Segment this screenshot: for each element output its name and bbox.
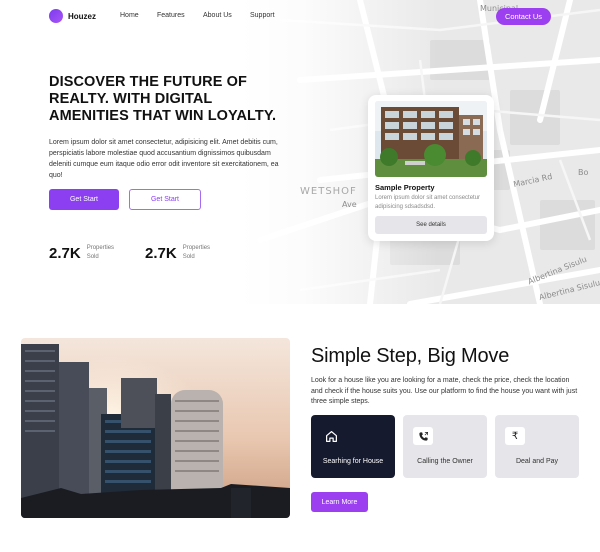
get-start-outline-button[interactable]: Get Start: [129, 189, 201, 210]
map-label: Bo: [578, 168, 589, 177]
nav-link-home[interactable]: Home: [120, 12, 139, 19]
property-description: Lorem ipsum dolor sit amet consectetur a…: [375, 195, 481, 210]
brand[interactable]: Houzez: [49, 9, 96, 23]
see-details-button[interactable]: See details: [375, 216, 487, 234]
brand-name: Houzez: [68, 11, 96, 21]
stat-properties-sold: 2.7K Properties Sold: [49, 244, 119, 262]
hero-headline: DISCOVER THE FUTURE OF REALTY. WITH DIGI…: [49, 74, 277, 124]
stat-label: Properties Sold: [86, 245, 115, 260]
step-card-calling[interactable]: Calling the Owner: [403, 415, 487, 478]
steps-description: Look for a house like you are looking fo…: [311, 377, 578, 405]
stat-value: 2.7K: [145, 244, 177, 262]
property-title: Sample Property: [375, 183, 435, 192]
nav-link-about-us[interactable]: About Us: [203, 12, 232, 19]
home-icon: [321, 427, 341, 445]
nav-link-features[interactable]: Features: [157, 12, 185, 19]
step-label: Searhing for House: [322, 458, 384, 465]
phone-call-icon: [413, 427, 433, 445]
step-label: Calling the Owner: [417, 458, 473, 465]
navbar: Houzez Home Features About Us Support Co…: [0, 0, 600, 34]
stat-label: Properties Sold: [182, 245, 211, 260]
stat-properties-sold: 2.7K Properties Sold: [145, 244, 215, 262]
step-label: Deal and Pay: [515, 458, 559, 465]
rupee-icon: ₹: [505, 427, 525, 445]
step-card-deal[interactable]: ₹ Deal and Pay: [495, 415, 579, 478]
brand-logo-icon: [49, 9, 63, 23]
map-label: Ave: [342, 200, 357, 209]
get-start-button[interactable]: Get Start: [49, 189, 119, 210]
step-card-searching[interactable]: Searhing for House: [311, 415, 395, 478]
stat-value: 2.7K: [49, 244, 81, 262]
hero-description: Lorem ipsum dolor sit amet consectetur, …: [49, 139, 279, 179]
learn-more-button[interactable]: Learn More: [311, 492, 368, 512]
city-skyline-photo: [21, 338, 290, 518]
property-photo: [375, 101, 487, 177]
hero-section: Municipal Marcia Rd WETSHOF Ave Albertin…: [0, 0, 600, 304]
steps-section: Simple Step, Big Move Look for a house l…: [0, 304, 600, 552]
property-card: Sample Property Lorem ipsum dolor sit am…: [368, 95, 494, 241]
nav-link-support[interactable]: Support: [250, 12, 275, 19]
contact-us-button[interactable]: Contact Us: [496, 8, 551, 25]
steps-title: Simple Step, Big Move: [311, 345, 510, 367]
map-label: WETSHOF: [300, 186, 357, 197]
